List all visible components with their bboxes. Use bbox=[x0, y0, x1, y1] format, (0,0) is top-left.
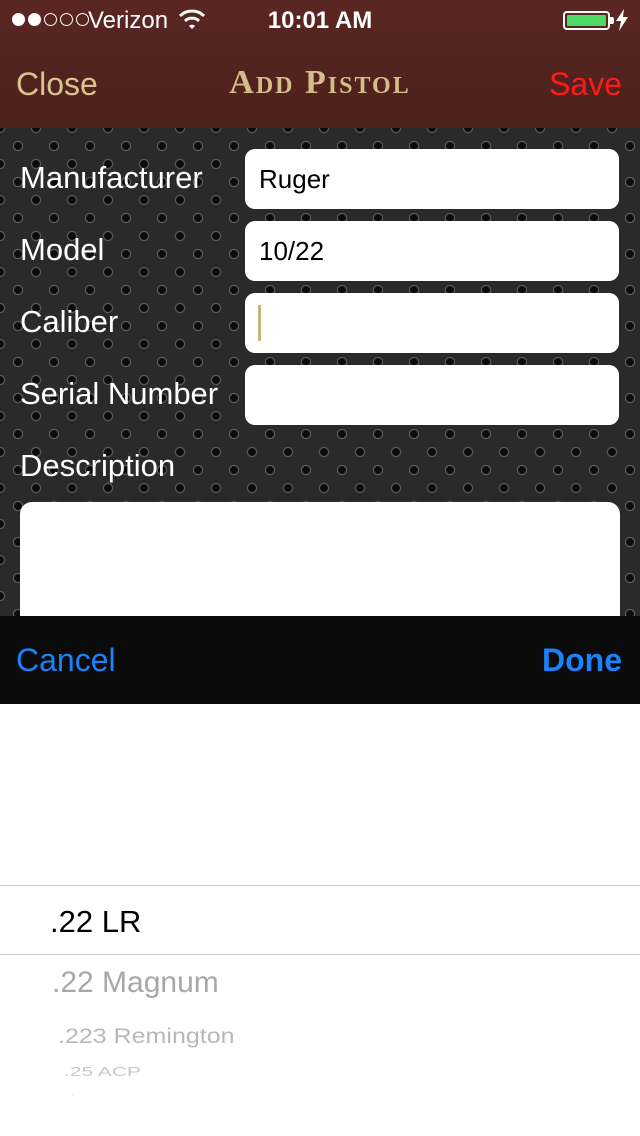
selection-indicator-bottom bbox=[0, 954, 640, 955]
picker-option-selected[interactable]: .22 LR bbox=[50, 904, 141, 940]
status-time: 10:01 AM bbox=[267, 7, 373, 34]
manufacturer-value: Ruger bbox=[259, 164, 330, 194]
picker-option[interactable]: .22 Magnum bbox=[52, 966, 219, 1000]
save-button[interactable]: Save bbox=[549, 66, 622, 103]
description-label: Description bbox=[20, 448, 176, 483]
nav-bar: Close Add Pistol Save bbox=[0, 40, 640, 128]
model-value: 10/22 bbox=[259, 236, 325, 266]
description-field[interactable] bbox=[20, 502, 620, 632]
picker-option-faded: . bbox=[70, 1091, 76, 1097]
header: Verizon 10:01 AM Close Add Pistol Save bbox=[0, 0, 640, 128]
charging-bolt-icon bbox=[616, 9, 628, 31]
status-bar: Verizon 10:01 AM bbox=[0, 0, 640, 40]
model-field[interactable]: 10/22 bbox=[245, 221, 619, 281]
picker-option[interactable]: .25 ACP bbox=[64, 1065, 141, 1080]
battery-icon bbox=[563, 11, 614, 30]
picker-option[interactable]: .223 Remington bbox=[58, 1024, 235, 1049]
serial-number-label: Serial Number bbox=[20, 376, 219, 411]
pistol-form: Manufacturer Ruger Model 10/22 Caliber S… bbox=[0, 128, 640, 632]
serial-number-field[interactable] bbox=[245, 365, 619, 425]
text-cursor bbox=[258, 305, 261, 341]
caliber-field[interactable] bbox=[245, 293, 619, 353]
page-title: Add Pistol bbox=[229, 64, 411, 101]
done-button[interactable]: Done bbox=[542, 642, 622, 679]
picker-toolbar: Cancel Done bbox=[0, 616, 640, 704]
caliber-label: Caliber bbox=[20, 304, 119, 339]
caliber-picker[interactable]: .22 LR .22 Magnum .223 Remington .25 ACP… bbox=[0, 704, 640, 1136]
selection-indicator-top bbox=[0, 885, 640, 886]
cancel-button[interactable]: Cancel bbox=[16, 642, 116, 679]
manufacturer-field[interactable]: Ruger bbox=[245, 149, 619, 209]
manufacturer-label: Manufacturer bbox=[20, 160, 203, 195]
model-label: Model bbox=[20, 232, 105, 267]
